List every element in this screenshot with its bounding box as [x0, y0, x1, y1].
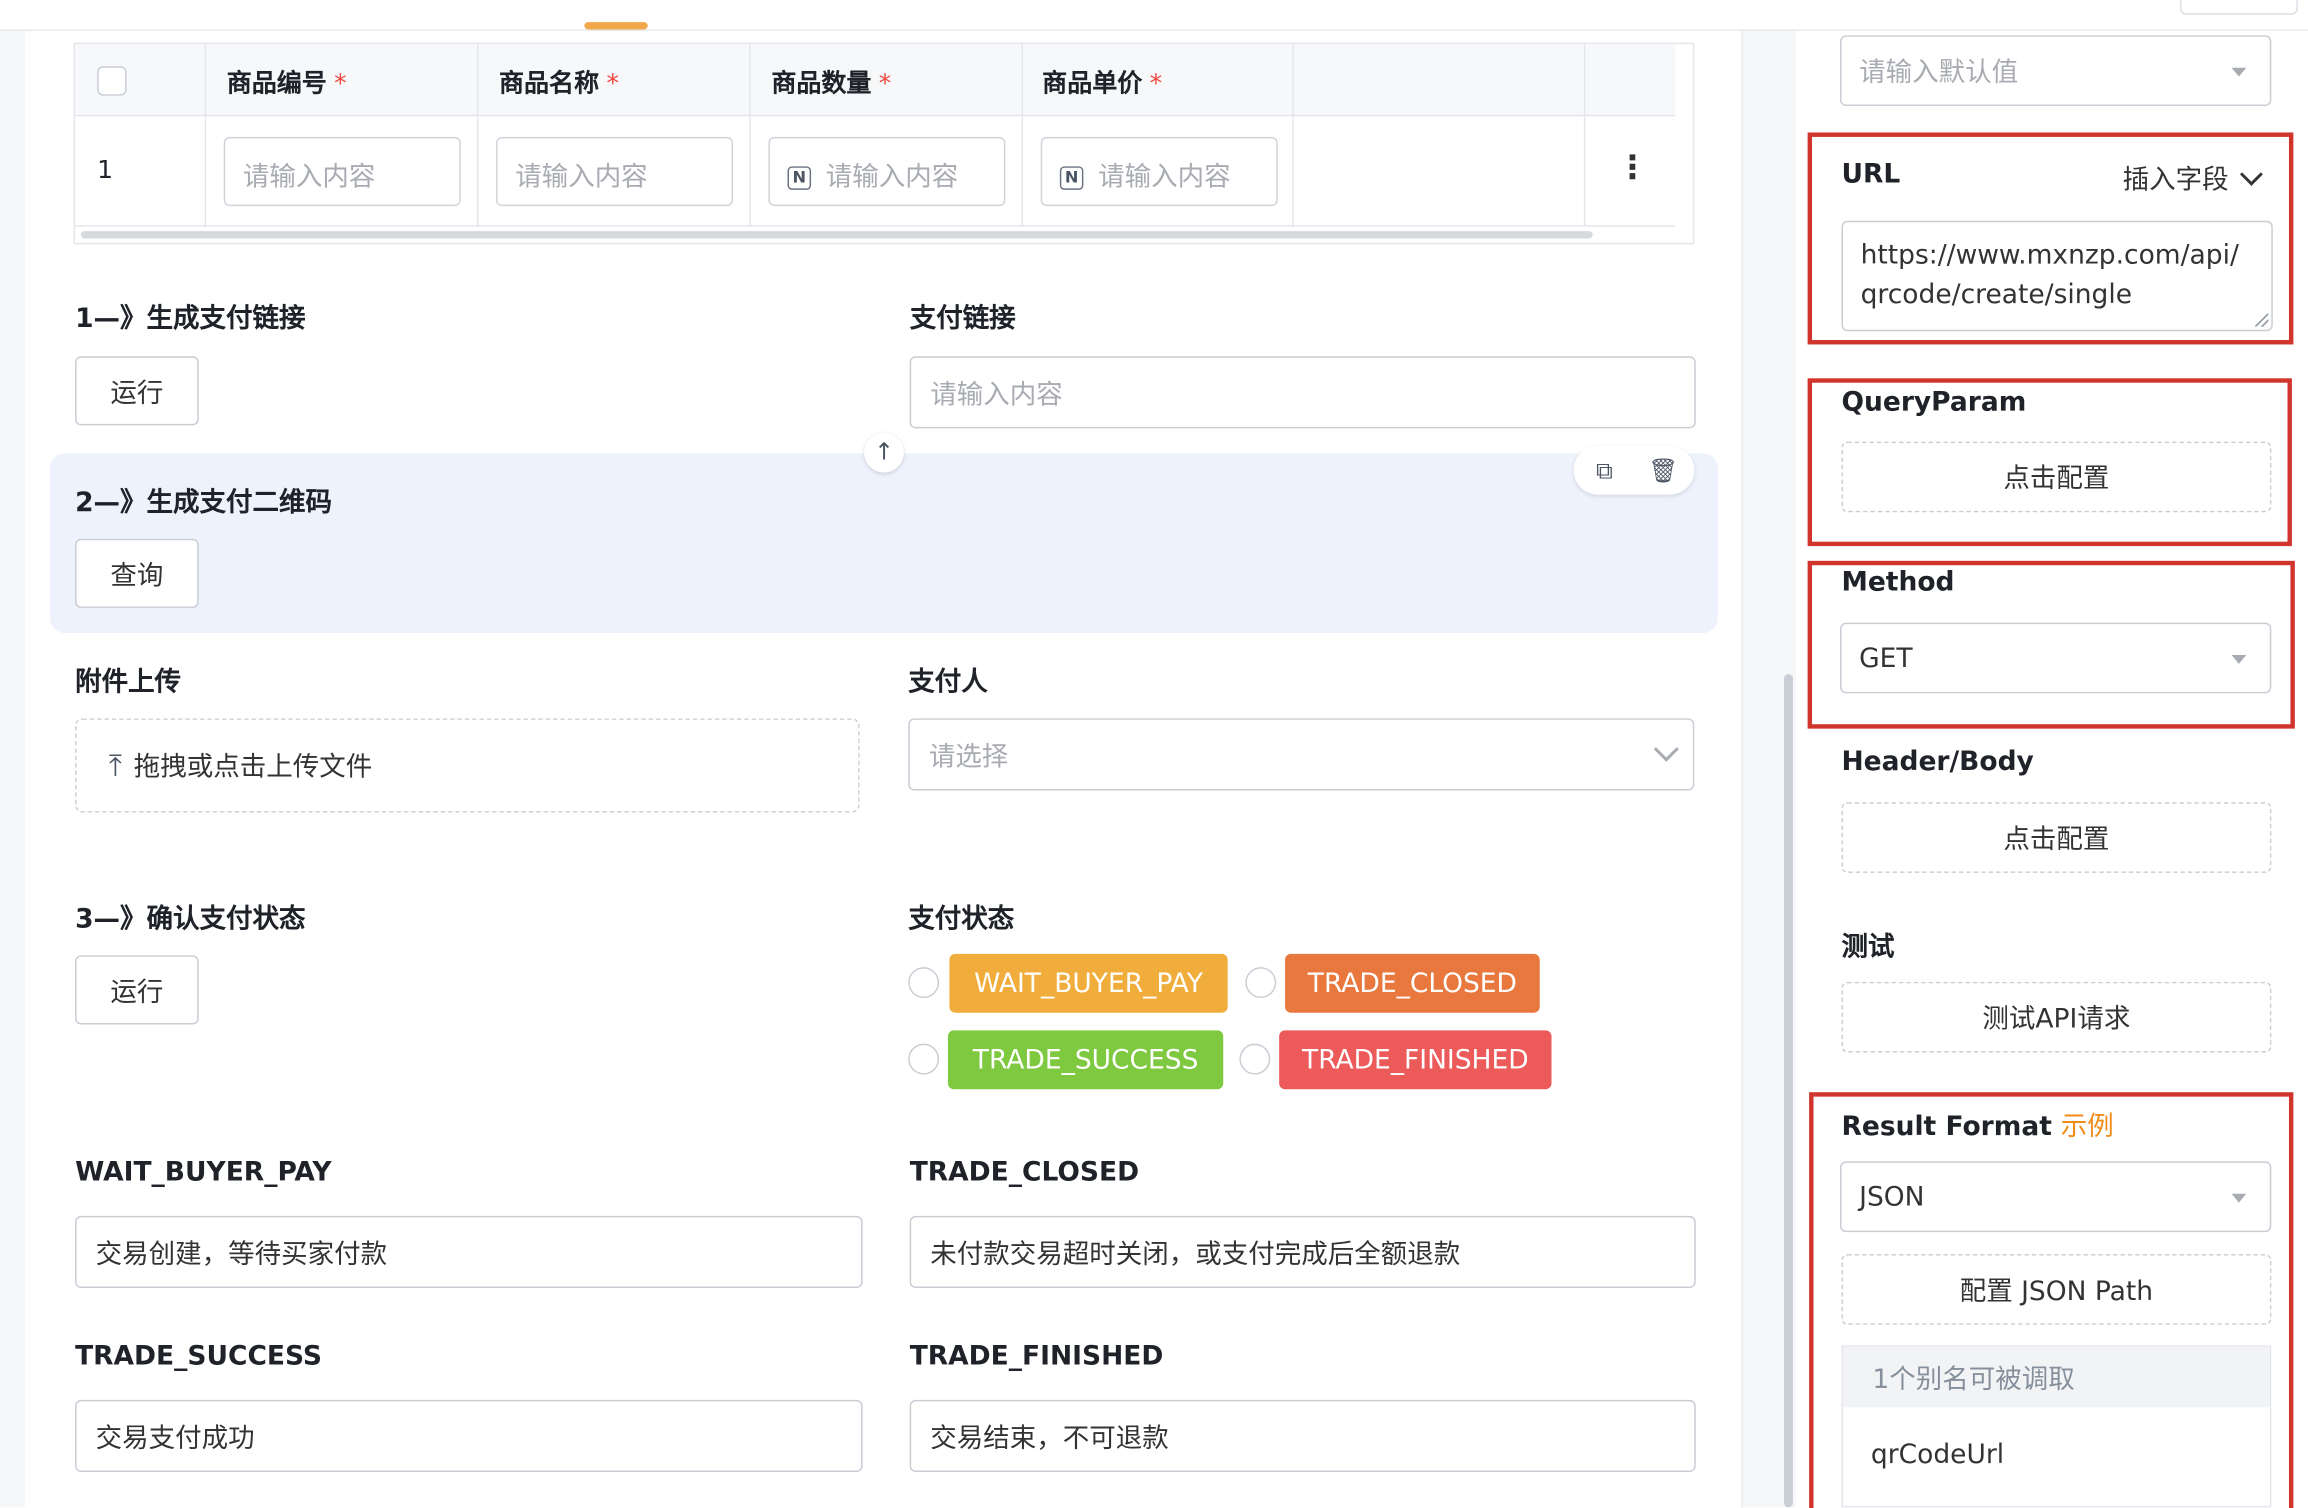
status-tag-trade-success[interactable]: TRADE_SUCCESS: [947, 1030, 1224, 1090]
product-name-input[interactable]: 请输入内容: [496, 136, 734, 207]
insert-field-dropdown[interactable]: 插入字段: [2123, 159, 2263, 197]
step3-label: 3—》确认支付状态: [75, 903, 306, 935]
trade-finished-input[interactable]: 交易结束，不可退款: [909, 1399, 1696, 1472]
payer-label: 支付人: [908, 666, 988, 698]
number-icon: N: [1059, 166, 1084, 190]
resize-handle-icon[interactable]: [2255, 313, 2269, 327]
run-button-step3[interactable]: 运行: [75, 955, 199, 1025]
default-value-select[interactable]: 请输入默认值: [1840, 35, 2272, 106]
arrow-up-icon[interactable]: ↑: [864, 432, 904, 473]
header-body-label: Header/Body: [1841, 746, 2034, 778]
table-horizontal-scrollbar[interactable]: [80, 231, 1593, 239]
caret-down-icon: [2231, 67, 2247, 77]
status-tag-trade-finished[interactable]: TRADE_FINISHED: [1279, 1030, 1552, 1090]
url-label: URL: [1841, 158, 1901, 190]
column-header-quantity: 商品数量 *: [771, 69, 892, 99]
copy-icon[interactable]: ⧉: [1587, 453, 1622, 488]
active-tab-indicator: [584, 22, 648, 30]
pay-link-label: 支付链接: [909, 303, 1016, 335]
queryparam-label: QueryParam: [1841, 387, 2027, 419]
form-designer-screen: 商品编号 * 商品名称 * 商品数量 * 商品单价 * 1 请输入内容 请输入内容 N请…: [0, 0, 2308, 1508]
row-divider: [75, 225, 1676, 227]
quantity-input[interactable]: N 请输入内容: [768, 136, 1006, 207]
row-index: 1: [97, 156, 114, 186]
select-all-checkbox[interactable]: [97, 66, 127, 96]
url-textarea[interactable]: https://www.mxnzp.com/api/qrcode/create/…: [1841, 220, 2273, 332]
upload-icon: ⤒: [108, 747, 122, 784]
trade-closed-label: TRADE_CLOSED: [909, 1156, 1140, 1188]
number-icon: N: [787, 166, 812, 190]
payer-select[interactable]: 请选择: [908, 718, 1695, 791]
column-divider: [204, 44, 207, 227]
step2-label: 2—》生成支付二维码: [75, 487, 332, 519]
caret-down-icon: [2231, 655, 2247, 664]
example-link[interactable]: 示例: [2061, 1111, 2114, 1142]
result-format-label: Result Format 示例: [1841, 1111, 2114, 1143]
left-gutter: [0, 30, 26, 1508]
more-icon[interactable]: ⋮: [1616, 147, 1648, 191]
radio-trade-success[interactable]: [908, 1043, 940, 1075]
column-divider: [749, 44, 751, 227]
trade-success-label: TRADE_SUCCESS: [75, 1340, 322, 1372]
test-label: 测试: [1841, 931, 1895, 963]
column-divider: [1583, 44, 1586, 227]
product-code-input[interactable]: 请输入内容: [223, 136, 461, 207]
result-format-select[interactable]: JSON: [1840, 1161, 2272, 1233]
radio-trade-finished[interactable]: [1239, 1043, 1271, 1075]
unit-price-input[interactable]: N 请输入内容: [1040, 136, 1278, 207]
radio-wait-buyer-pay[interactable]: [908, 967, 940, 999]
trade-success-input[interactable]: 交易支付成功: [75, 1399, 863, 1472]
queryparam-config-button[interactable]: 点击配置: [1841, 441, 2272, 513]
file-upload-dropzone[interactable]: ⤒ 拖拽或点击上传文件: [75, 718, 860, 813]
column-header-unit-price: 商品单价 *: [1042, 69, 1163, 99]
column-header-product-code: 商品编号 *: [226, 69, 347, 99]
caret-down-icon: [2231, 1193, 2247, 1203]
wait-buyer-pay-input[interactable]: 交易创建，等待买家付款: [75, 1215, 863, 1288]
trade-finished-label: TRADE_FINISHED: [909, 1340, 1164, 1372]
chevron-down-icon: [2239, 162, 2263, 186]
column-divider: [1021, 44, 1024, 227]
header-body-config-button[interactable]: 点击配置: [1841, 802, 2272, 873]
top-divider: [0, 29, 2308, 31]
status-tag-trade-closed[interactable]: TRADE_CLOSED: [1285, 953, 1540, 1013]
status-tag-wait-buyer-pay[interactable]: WAIT_BUYER_PAY: [949, 953, 1228, 1013]
column-divider: [1292, 44, 1294, 227]
wait-buyer-pay-label: WAIT_BUYER_PAY: [75, 1156, 332, 1188]
trade-closed-input[interactable]: 未付款交易超时关闭，或支付完成后全额退款: [909, 1215, 1696, 1288]
trash-icon[interactable]: 🗑: [1646, 453, 1681, 488]
pay-link-input[interactable]: 请输入内容: [909, 356, 1696, 429]
radio-trade-closed[interactable]: [1245, 967, 1277, 999]
test-api-button[interactable]: 测试API请求: [1841, 981, 2272, 1053]
run-button-step1[interactable]: 运行: [75, 356, 199, 426]
attachment-label: 附件上传: [75, 666, 182, 698]
alias-item[interactable]: qrCodeUrl: [1871, 1440, 2004, 1471]
selected-field-highlight[interactable]: [50, 453, 1718, 633]
query-button[interactable]: 查询: [75, 538, 199, 608]
top-right-button[interactable]: [2180, 0, 2298, 15]
method-label: Method: [1841, 566, 1955, 598]
step1-label: 1—》生成支付链接: [75, 303, 306, 335]
upload-text: 拖拽或点击上传文件: [133, 752, 373, 784]
column-header-product-name: 商品名称 *: [499, 69, 619, 99]
column-divider: [476, 44, 479, 227]
json-path-config-button[interactable]: 配置 JSON Path: [1841, 1254, 2272, 1325]
chevron-down-icon: [1653, 736, 1679, 762]
alias-list-header: 1个别名可被调取: [1842, 1346, 2270, 1408]
pay-status-label: 支付状态: [908, 903, 1015, 935]
method-select[interactable]: GET: [1840, 622, 2272, 694]
vertical-scrollbar[interactable]: [1784, 674, 1793, 1508]
